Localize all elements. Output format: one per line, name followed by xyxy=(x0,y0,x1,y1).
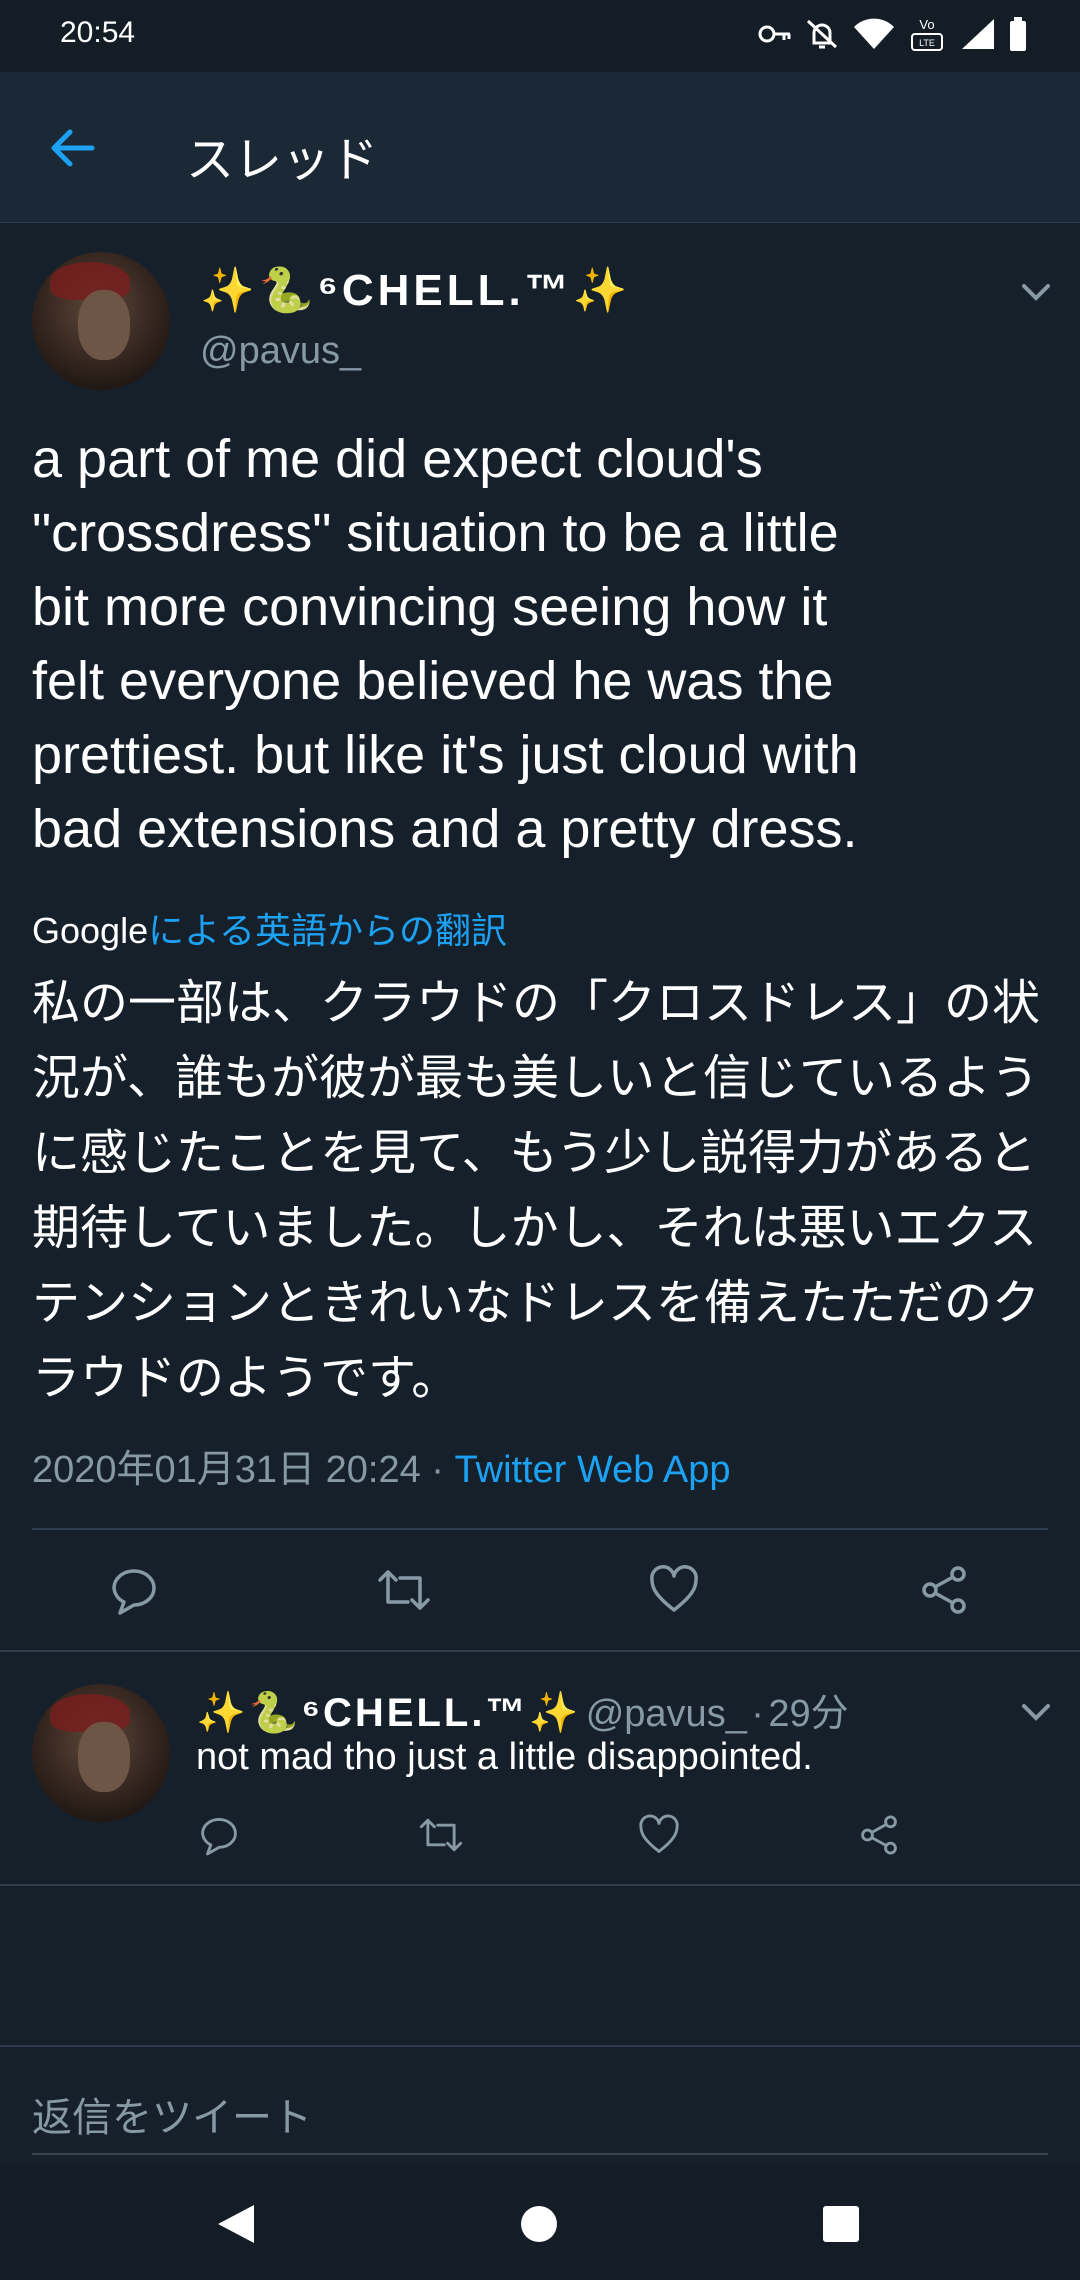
avatar[interactable] xyxy=(32,252,170,390)
retweet-button[interactable] xyxy=(374,1562,430,1618)
input-underline xyxy=(32,2153,1048,2155)
status-icons: LTE Vo xyxy=(758,14,1028,59)
chevron-down-icon[interactable] xyxy=(1016,272,1056,312)
share-button[interactable] xyxy=(856,1812,902,1858)
display-name: ✨🐍⁶CHELL.™✨ xyxy=(200,266,632,315)
like-button[interactable] xyxy=(646,1562,702,1618)
share-icon xyxy=(922,1566,966,1614)
app-bar: スレッド xyxy=(0,72,1080,223)
volte-icon: LTE Vo xyxy=(908,14,948,59)
recents-square-icon xyxy=(823,2206,859,2242)
status-time: 20:54 xyxy=(60,16,136,49)
key-icon xyxy=(758,19,792,54)
retweet-icon xyxy=(378,1570,430,1610)
reply-input[interactable]: 返信をツイート xyxy=(32,2085,312,2143)
share-icon xyxy=(861,1815,897,1855)
back-triangle-icon xyxy=(218,2205,254,2243)
reply-compose: 返信をツイート xyxy=(0,2045,1080,2167)
nav-back-button[interactable] xyxy=(214,2201,258,2252)
battery-icon xyxy=(1008,17,1028,56)
meta-separator: · xyxy=(751,1693,764,1735)
handle: @pavus_ xyxy=(585,1693,747,1735)
nav-home-button[interactable] xyxy=(520,2205,558,2248)
svg-text:LTE: LTE xyxy=(919,38,935,48)
display-name: ✨🐍⁶CHELL.™✨ xyxy=(196,1691,582,1735)
wifi-icon xyxy=(852,17,896,56)
tweet-text: a part of me did expect cloud's "crossdr… xyxy=(32,429,859,859)
reply-icon xyxy=(112,1569,156,1615)
handle: @pavus_ xyxy=(200,330,362,372)
timestamp: 2020年01月31日 20:24 xyxy=(32,1449,421,1491)
reply-button[interactable] xyxy=(196,1812,242,1858)
signal-icon xyxy=(960,17,996,56)
reply-time: 29分 xyxy=(768,1693,849,1735)
home-circle-icon xyxy=(521,2206,557,2242)
like-icon xyxy=(639,1814,679,1853)
bell-off-icon xyxy=(804,17,840,56)
svg-text:Vo: Vo xyxy=(919,17,934,32)
like-button[interactable] xyxy=(636,1812,682,1858)
reply-icon xyxy=(201,1817,237,1856)
arrow-left-icon xyxy=(51,129,95,167)
share-button[interactable] xyxy=(916,1562,972,1618)
translation-label[interactable]: Googleによる英語からの翻訳 xyxy=(32,902,507,954)
like-icon xyxy=(650,1565,698,1612)
reply-tweet[interactable]: ✨🐍⁶CHELL.™✨ @pavus_ · 29分 not mad tho ju… xyxy=(0,1652,1080,1884)
translated-text: 私の一部は、クラウドの「クロスドレス」の状 況が、誰もが彼が最も美しいと信じてい… xyxy=(32,977,1041,1405)
status-bar: 20:54 LTE Vo xyxy=(0,0,1080,72)
divider xyxy=(32,1528,1048,1530)
back-button[interactable] xyxy=(44,118,104,178)
retweet-icon xyxy=(419,1818,463,1852)
system-nav-bar xyxy=(0,2165,1080,2280)
source-app-link[interactable]: Twitter Web App xyxy=(455,1449,731,1491)
page-title: スレッド xyxy=(186,134,379,187)
google-logo: Google xyxy=(32,910,149,951)
reply-header: ✨🐍⁶CHELL.™✨ @pavus_ · 29分 xyxy=(196,1682,849,1737)
divider xyxy=(0,1884,1080,1886)
reply-text: not mad tho just a little disappointed. xyxy=(196,1736,813,1778)
meta-separator: · xyxy=(431,1449,444,1491)
tweet-meta: 2020年01月31日 20:24 · Twitter Web App xyxy=(32,1438,731,1493)
reply-button[interactable] xyxy=(106,1562,162,1618)
nav-recents-button[interactable] xyxy=(822,2205,860,2248)
chevron-down-icon[interactable] xyxy=(1016,1692,1056,1732)
avatar[interactable] xyxy=(32,1684,170,1822)
retweet-button[interactable] xyxy=(416,1812,466,1858)
translation-link[interactable]: による英語からの翻訳 xyxy=(148,910,507,951)
